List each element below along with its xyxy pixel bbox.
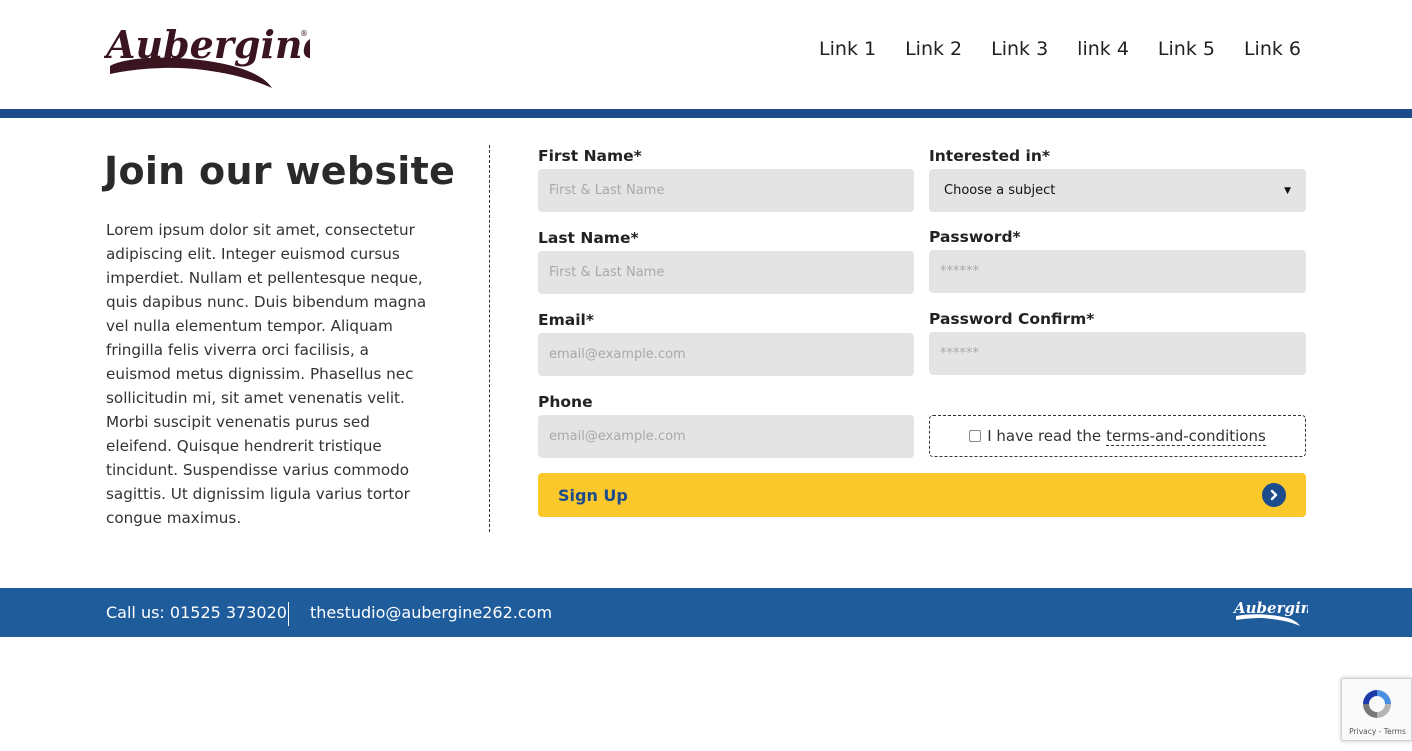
password-confirm-input[interactable]: ****** xyxy=(929,332,1306,375)
interested-in-label: Interested in* xyxy=(929,147,1050,165)
password-placeholder: ****** xyxy=(940,264,979,279)
svg-text:Aubergine: Aubergine xyxy=(104,22,310,67)
last-name-placeholder: First & Last Name xyxy=(549,265,665,280)
footer-email[interactable]: thestudio@aubergine262.com xyxy=(310,603,552,622)
password-input[interactable]: ****** xyxy=(929,250,1306,293)
recaptcha-links[interactable]: Privacy - Terms xyxy=(1342,727,1412,736)
footer-phone[interactable]: Call us: 01525 373020 xyxy=(106,603,287,622)
arrow-right-circle-icon xyxy=(1262,483,1286,507)
last-name-input[interactable]: First & Last Name xyxy=(538,251,914,294)
terms-prefix: I have read the xyxy=(987,427,1102,445)
sign-up-button[interactable]: Sign Up xyxy=(538,473,1306,517)
nav-link-3[interactable]: Link 3 xyxy=(991,36,1048,62)
email-input[interactable]: email@example.com xyxy=(538,333,914,376)
nav-link-1[interactable]: Link 1 xyxy=(819,36,876,62)
password-label: Password* xyxy=(929,228,1021,246)
last-name-label: Last Name* xyxy=(538,229,639,247)
interested-in-value: Choose a subject xyxy=(944,183,1056,198)
page-title: Join our website xyxy=(104,149,456,193)
header-band xyxy=(0,109,1412,118)
recaptcha-badge[interactable]: Privacy - Terms xyxy=(1341,678,1412,741)
column-divider xyxy=(489,145,490,532)
site-footer: Call us: 01525 373020 thestudio@aubergin… xyxy=(0,588,1412,637)
password-confirm-label: Password Confirm* xyxy=(929,310,1095,328)
recaptcha-icon xyxy=(1357,686,1397,722)
site-header: Aubergine ® Link 1 Link 2 Link 3 link 4 … xyxy=(0,0,1412,109)
chevron-down-icon: ▼ xyxy=(1284,185,1291,196)
email-label: Email* xyxy=(538,311,594,329)
aubergine-logo[interactable]: Aubergine ® xyxy=(104,14,310,92)
nav-link-4[interactable]: link 4 xyxy=(1077,36,1129,62)
footer-logo[interactable]: Aubergine xyxy=(1232,596,1321,626)
main-nav: Link 1 Link 2 Link 3 link 4 Link 5 Link … xyxy=(790,36,1301,62)
first-name-placeholder: First & Last Name xyxy=(549,183,665,198)
first-name-input[interactable]: First & Last Name xyxy=(538,169,914,212)
nav-link-5[interactable]: Link 5 xyxy=(1158,36,1215,62)
phone-input[interactable]: email@example.com xyxy=(538,415,914,458)
svg-text:Aubergine: Aubergine xyxy=(1232,599,1308,617)
intro-text: Lorem ipsum dolor sit amet, consectetur … xyxy=(106,221,427,527)
phone-label: Phone xyxy=(538,393,593,411)
intro-section: Join our website Lorem ipsum dolor sit a… xyxy=(104,146,456,530)
phone-placeholder: email@example.com xyxy=(549,429,686,444)
first-name-label: First Name* xyxy=(538,147,642,165)
footer-separator xyxy=(288,602,289,626)
terms-link[interactable]: terms-and-conditions xyxy=(1106,427,1266,446)
terms-checkbox[interactable] xyxy=(969,430,982,442)
svg-text:®: ® xyxy=(300,29,308,38)
email-placeholder: email@example.com xyxy=(549,347,686,362)
nav-link-2[interactable]: Link 2 xyxy=(905,36,962,62)
terms-box: I have read the terms-and-conditions xyxy=(929,415,1306,457)
password-confirm-placeholder: ****** xyxy=(940,346,979,361)
interested-in-select[interactable]: Choose a subject ▼ xyxy=(929,169,1306,212)
nav-link-6[interactable]: Link 6 xyxy=(1244,36,1301,62)
sign-up-label: Sign Up xyxy=(558,485,628,505)
